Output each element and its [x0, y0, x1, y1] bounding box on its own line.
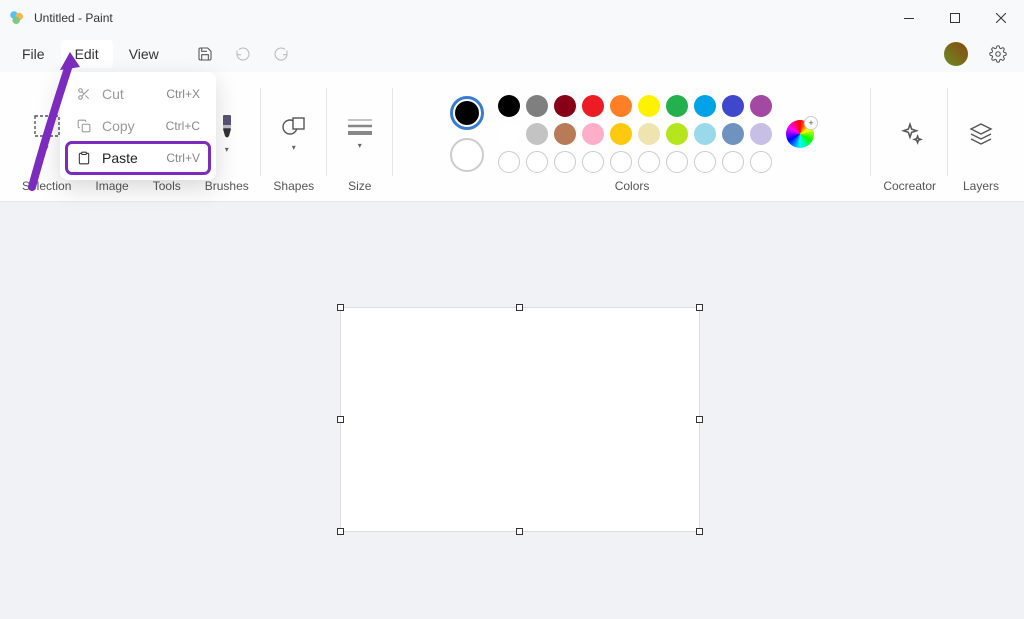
edit-colors-button[interactable]	[786, 120, 814, 148]
color-swatch[interactable]	[638, 123, 660, 145]
save-button[interactable]	[187, 38, 223, 70]
secondary-color[interactable]	[450, 138, 484, 172]
section-tools-label: Tools	[153, 179, 181, 193]
minimize-button[interactable]	[886, 0, 932, 36]
menubar: File Edit View	[0, 36, 1024, 72]
menu-edit[interactable]: Edit	[61, 40, 113, 68]
resize-handle[interactable]	[337, 528, 344, 535]
color-swatch[interactable]	[638, 95, 660, 117]
size-tool[interactable]: ▾	[339, 104, 381, 164]
menu-cut-label: Cut	[102, 86, 124, 102]
color-swatch[interactable]	[498, 123, 520, 145]
color-swatch[interactable]	[666, 123, 688, 145]
section-cocreator: Cocreator	[871, 78, 948, 201]
user-avatar[interactable]	[944, 42, 968, 66]
scissors-icon	[76, 86, 92, 102]
section-size-label: Size	[348, 179, 371, 193]
color-swatch[interactable]	[666, 95, 688, 117]
menu-copy-label: Copy	[102, 118, 135, 134]
color-swatch[interactable]	[694, 123, 716, 145]
color-swatch[interactable]	[694, 95, 716, 117]
resize-handle[interactable]	[696, 528, 703, 535]
color-swatch-empty[interactable]	[722, 151, 744, 173]
settings-button[interactable]	[980, 38, 1016, 70]
color-swatch[interactable]	[722, 123, 744, 145]
edit-dropdown: Cut Ctrl+X Copy Ctrl+C Paste Ctrl+V	[60, 72, 216, 180]
menu-copy-shortcut: Ctrl+C	[166, 119, 200, 133]
maximize-button[interactable]	[932, 0, 978, 36]
canvas-area	[0, 202, 1024, 619]
color-swatch[interactable]	[554, 95, 576, 117]
section-colors: Colors	[393, 78, 872, 201]
chevron-down-icon: ▾	[292, 143, 296, 152]
layers-button[interactable]	[960, 104, 1002, 164]
color-swatch-empty[interactable]	[498, 151, 520, 173]
section-selection-label: Selection	[22, 179, 71, 193]
chevron-down-icon: ▾	[45, 143, 49, 152]
copy-icon	[76, 118, 92, 134]
menu-view[interactable]: View	[115, 40, 173, 68]
canvas[interactable]	[340, 307, 700, 532]
menu-cut[interactable]: Cut Ctrl+X	[66, 78, 210, 110]
window-controls	[886, 0, 1024, 36]
section-cocreator-label: Cocreator	[883, 179, 936, 193]
color-swatch-empty[interactable]	[554, 151, 576, 173]
primary-color[interactable]	[450, 96, 484, 130]
menu-copy[interactable]: Copy Ctrl+C	[66, 110, 210, 142]
section-layers: Layers	[948, 78, 1014, 201]
resize-handle[interactable]	[696, 416, 703, 423]
cocreator-button[interactable]	[889, 104, 931, 164]
color-swatch[interactable]	[526, 95, 548, 117]
color-swatch-empty[interactable]	[526, 151, 548, 173]
titlebar: Untitled - Paint	[0, 0, 1024, 36]
app-icon	[8, 9, 26, 27]
color-swatch[interactable]	[750, 123, 772, 145]
section-size: ▾ Size	[327, 78, 393, 201]
color-swatch[interactable]	[610, 95, 632, 117]
menu-paste[interactable]: Paste Ctrl+V	[66, 142, 210, 174]
section-colors-label: Colors	[615, 179, 650, 193]
ribbon: Cut Ctrl+X Copy Ctrl+C Paste Ctrl+V ▾ Se…	[0, 72, 1024, 202]
redo-button[interactable]	[263, 38, 299, 70]
color-swatch-empty[interactable]	[666, 151, 688, 173]
color-swatch[interactable]	[498, 95, 520, 117]
section-layers-label: Layers	[963, 179, 999, 193]
menu-paste-shortcut: Ctrl+V	[166, 151, 200, 165]
chevron-down-icon: ▾	[225, 145, 229, 154]
color-swatch-empty[interactable]	[582, 151, 604, 173]
color-swatch-empty[interactable]	[610, 151, 632, 173]
color-swatch[interactable]	[610, 123, 632, 145]
section-image-label: Image	[95, 179, 128, 193]
color-swatch-empty[interactable]	[750, 151, 772, 173]
color-swatch[interactable]	[526, 123, 548, 145]
menu-paste-label: Paste	[102, 150, 138, 166]
color-swatch-empty[interactable]	[694, 151, 716, 173]
color-swatch[interactable]	[722, 95, 744, 117]
color-swatch[interactable]	[582, 95, 604, 117]
color-swatch[interactable]	[750, 95, 772, 117]
color-swatch[interactable]	[554, 123, 576, 145]
resize-handle[interactable]	[696, 304, 703, 311]
menu-cut-shortcut: Ctrl+X	[166, 87, 200, 101]
paste-icon	[76, 150, 92, 166]
shapes-tool[interactable]: ▾	[273, 104, 315, 164]
resize-handle[interactable]	[516, 304, 523, 311]
window-title: Untitled - Paint	[34, 11, 113, 25]
chevron-down-icon: ▾	[358, 141, 362, 150]
section-brushes-label: Brushes	[205, 179, 249, 193]
section-shapes-label: Shapes	[273, 179, 314, 193]
undo-button[interactable]	[225, 38, 261, 70]
color-swatch-empty[interactable]	[638, 151, 660, 173]
color-palette	[498, 95, 772, 173]
resize-handle[interactable]	[516, 528, 523, 535]
menu-file[interactable]: File	[8, 40, 59, 68]
color-swatch[interactable]	[582, 123, 604, 145]
resize-handle[interactable]	[337, 416, 344, 423]
section-shapes: ▾ Shapes	[261, 78, 327, 201]
resize-handle[interactable]	[337, 304, 344, 311]
close-button[interactable]	[978, 0, 1024, 36]
